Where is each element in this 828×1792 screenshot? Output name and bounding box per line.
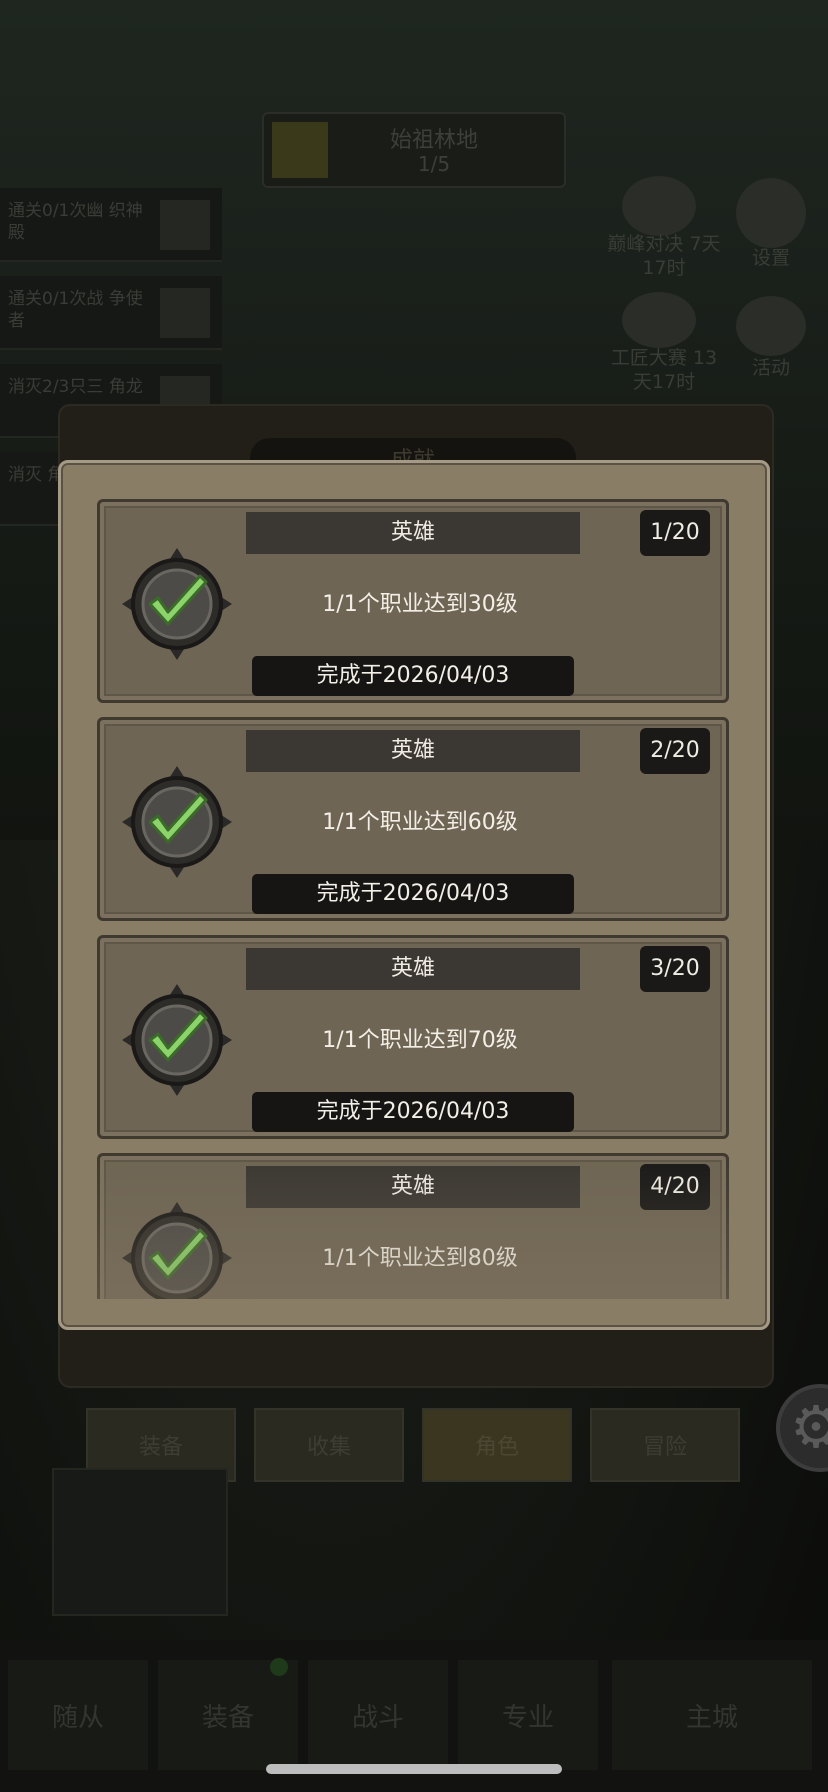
check-badge-icon (120, 982, 234, 1098)
nav-battle[interactable]: 战斗 (308, 1660, 448, 1770)
home-indicator[interactable] (266, 1764, 562, 1774)
check-badge-icon (120, 546, 234, 662)
quest-icon (160, 200, 210, 250)
anvil-icon[interactable] (622, 292, 696, 348)
completion-date: 完成于2026/04/03 (252, 874, 574, 914)
achievement-card: 英雄 4/20 1/1个职业达到80级 (97, 1153, 729, 1299)
achievement-title: 英雄 (246, 512, 580, 554)
nav-equipment[interactable]: 装备 (158, 1660, 298, 1770)
side-label-settings[interactable]: 设置 (736, 246, 806, 270)
nav-profession[interactable]: 专业 (458, 1660, 598, 1770)
side-label-contest[interactable]: 工匠大赛 13天17时 (606, 346, 722, 394)
stage-name: 始祖林地 (389, 128, 478, 153)
achievement-modal: 英雄 1/20 1/1个职业达到30级完成于2026/04/03 英雄 2/20 1/1个… (58, 460, 770, 1330)
tab-collection[interactable]: 收集 (254, 1408, 404, 1482)
achievement-description: 1/1个职业达到70级 (322, 1028, 518, 1053)
stage-count: 1/5 (417, 152, 451, 176)
achievement-card: 英雄 3/20 1/1个职业达到70级完成于2026/04/03 (97, 935, 729, 1139)
nav-main-city[interactable]: 主城 (612, 1660, 812, 1770)
achievement-progress-badge: 1/20 (640, 510, 710, 556)
achievement-title: 英雄 (246, 1166, 580, 1208)
achievement-title: 英雄 (246, 730, 580, 772)
gear-icon[interactable] (736, 178, 806, 248)
stage-thumbnail (272, 122, 328, 178)
pet-portrait[interactable] (52, 1468, 228, 1616)
notification-dot (270, 1658, 288, 1676)
check-badge-icon (120, 1200, 234, 1299)
settings-gear-button[interactable]: ⚙ (776, 1384, 828, 1472)
achievement-card: 英雄 1/20 1/1个职业达到30级完成于2026/04/03 (97, 499, 729, 703)
quest-item[interactable]: 通关0/1次幽 织神殿 (0, 188, 222, 262)
quest-item[interactable]: 通关0/1次战 争使者 (0, 276, 222, 350)
calendar-icon[interactable] (736, 296, 806, 356)
achievement-card: 英雄 2/20 1/1个职业达到60级完成于2026/04/03 (97, 717, 729, 921)
achievement-progress-badge: 2/20 (640, 728, 710, 774)
quest-icon (160, 288, 210, 338)
stage-selector[interactable]: 始祖林地 1/5 (262, 112, 566, 188)
achievement-list[interactable]: 英雄 1/20 1/1个职业达到30级完成于2026/04/03 英雄 2/20 1/1个… (97, 499, 737, 1299)
completion-date: 完成于2026/04/03 (252, 1092, 574, 1132)
achievement-title: 英雄 (246, 948, 580, 990)
achievement-description: 1/1个职业达到80级 (322, 1246, 518, 1271)
event-icon[interactable] (622, 176, 696, 236)
achievement-description: 1/1个职业达到60级 (322, 810, 518, 835)
side-label-activity[interactable]: 活动 (736, 356, 806, 380)
achievement-progress-badge: 4/20 (640, 1164, 710, 1210)
tab-character[interactable]: 角色 (422, 1408, 572, 1482)
side-label-event[interactable]: 巅峰对决 7天17时 (606, 232, 722, 280)
completion-date: 完成于2026/04/03 (252, 656, 574, 696)
tab-adventure[interactable]: 冒险 (590, 1408, 740, 1482)
gear-icon: ⚙ (790, 1393, 828, 1461)
achievement-progress-badge: 3/20 (640, 946, 710, 992)
achievement-description: 1/1个职业达到30级 (322, 592, 518, 617)
check-badge-icon (120, 764, 234, 880)
nav-follower[interactable]: 随从 (8, 1660, 148, 1770)
